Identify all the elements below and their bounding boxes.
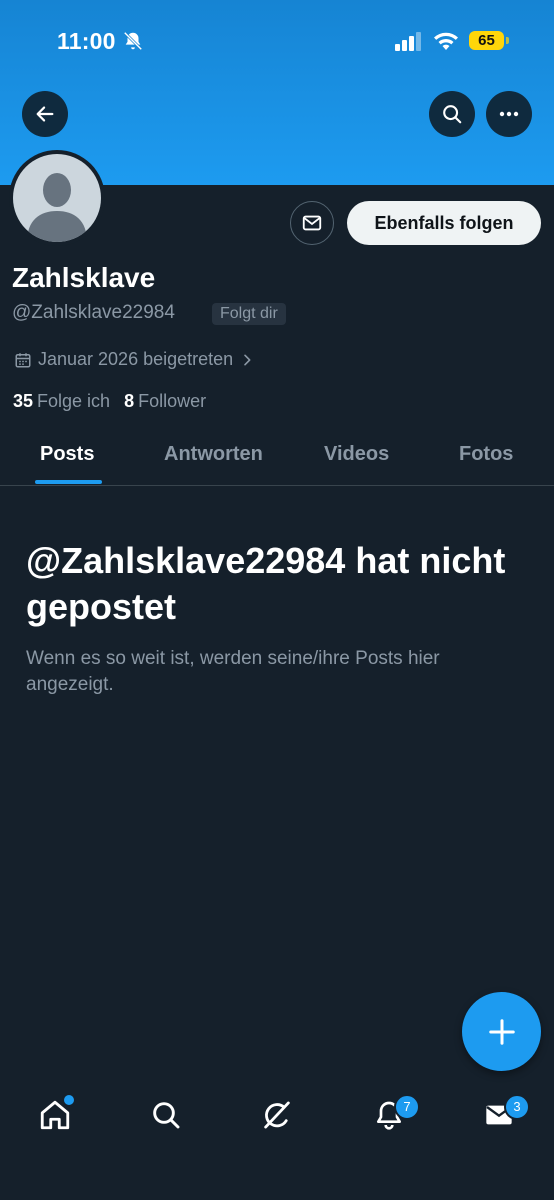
follow-counts: 35 Folge ich 8 Follower: [13, 391, 206, 412]
notifications-badge: 7: [394, 1094, 420, 1120]
handle: @Zahlsklave22984: [12, 302, 175, 323]
calendar-icon: [15, 352, 31, 367]
joined-label: Januar 2026 beigetreten: [38, 349, 234, 369]
home-new-indicator: [62, 1093, 76, 1107]
more-button[interactable]: [486, 91, 532, 137]
follows-you-badge: Folgt dir: [212, 303, 286, 325]
status-time: 11:00: [57, 28, 116, 54]
display-name: Zahlsklave: [12, 262, 156, 293]
message-button[interactable]: [290, 201, 334, 245]
empty-state-subtitle: Wenn es so weit ist, werden seine/ihre P…: [26, 648, 440, 695]
signal-icon: [395, 32, 421, 51]
avatar[interactable]: [9, 150, 105, 246]
following-link[interactable]: 35 Folge ich: [13, 391, 110, 412]
more-horizontal-icon: [499, 111, 519, 117]
chevron-right-icon: [244, 354, 251, 365]
back-button[interactable]: [22, 91, 68, 137]
compose-button[interactable]: [462, 992, 541, 1071]
nav-grok[interactable]: [259, 1097, 295, 1133]
active-tab-indicator: [35, 480, 102, 484]
search-button[interactable]: [429, 91, 475, 137]
tab-replies[interactable]: Antworten: [164, 443, 263, 466]
joined-date[interactable]: Januar 2026 beigetreten: [14, 349, 255, 370]
profile-tabs: Posts Antworten Videos Fotos: [0, 425, 554, 486]
wifi-icon: [434, 32, 458, 50]
search-icon: [153, 1102, 180, 1129]
battery-tip: [506, 37, 509, 44]
messages-badge: 3: [504, 1094, 530, 1120]
bell-muted-icon: [123, 31, 143, 51]
tab-photos[interactable]: Fotos: [459, 443, 513, 466]
nav-search[interactable]: [148, 1097, 184, 1133]
grok-icon: [264, 1101, 290, 1129]
followers-link[interactable]: 8 Follower: [124, 391, 206, 412]
arrow-left-icon: [36, 106, 54, 122]
empty-state-title: @Zahlsklave22984 hat nicht gepostet: [26, 540, 506, 627]
default-avatar-icon: [13, 154, 101, 242]
following-count: 35: [13, 391, 34, 411]
followers-count: 8: [124, 391, 135, 411]
followers-label: Follower: [138, 391, 207, 411]
envelope-icon: [302, 215, 322, 231]
plus-icon: [488, 1018, 515, 1045]
tab-videos[interactable]: Videos: [324, 443, 389, 466]
following-label: Folge ich: [37, 391, 111, 411]
follow-back-button[interactable]: Ebenfalls folgen: [347, 201, 541, 245]
battery-icon: 65: [469, 31, 504, 50]
tab-posts[interactable]: Posts: [40, 443, 94, 466]
search-icon: [443, 105, 462, 124]
